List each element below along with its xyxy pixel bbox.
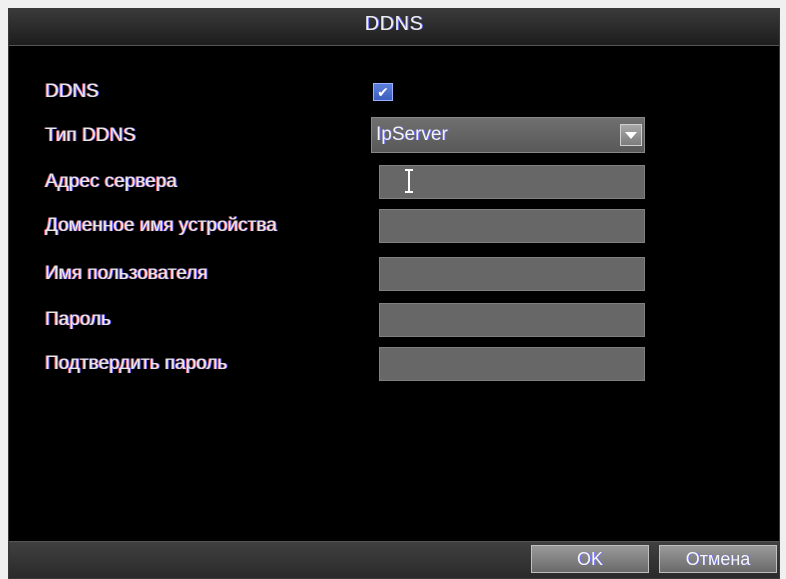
cancel-button[interactable]: Отмена (659, 545, 777, 573)
text-cursor-icon (405, 169, 413, 193)
ddns-label: DDNS (45, 81, 99, 102)
row-device-domain: Доменное имя устройства (9, 207, 779, 247)
bottom-bar: OK Отмена (9, 541, 779, 578)
ddns-type-label: Тип DDNS (45, 125, 136, 146)
ddns-type-value: IpServer (376, 124, 448, 145)
password-input[interactable] (379, 303, 645, 337)
ddns-dialog: DDNS DDNS ✔ Тип DDNS IpServer Адрес серв… (8, 8, 780, 579)
row-username: Имя пользователя (9, 255, 779, 295)
confirm-password-label: Подтвердить пароль (45, 353, 228, 374)
row-ddns: DDNS ✔ (9, 73, 779, 113)
confirm-password-input[interactable] (379, 347, 645, 381)
username-label: Имя пользователя (45, 263, 208, 284)
username-input[interactable] (379, 257, 645, 291)
title-bar: DDNS (9, 9, 779, 46)
dialog-title: DDNS (364, 13, 424, 35)
password-label: Пароль (45, 309, 111, 330)
ddns-enable-checkbox[interactable]: ✔ (373, 83, 393, 101)
check-icon: ✔ (377, 84, 389, 100)
device-domain-label: Доменное имя устройства (45, 215, 277, 236)
ddns-type-select[interactable]: IpServer (371, 117, 645, 153)
ok-button[interactable]: OK (531, 545, 649, 573)
row-server-address: Адрес сервера (9, 163, 779, 203)
device-domain-input[interactable] (379, 209, 645, 243)
dropdown-arrow-icon[interactable] (620, 124, 642, 146)
server-address-input[interactable] (379, 165, 645, 199)
server-address-label: Адрес сервера (45, 171, 177, 192)
row-confirm-password: Подтвердить пароль (9, 345, 779, 385)
row-password: Пароль (9, 301, 779, 341)
row-ddns-type: Тип DDNS IpServer (9, 117, 779, 157)
